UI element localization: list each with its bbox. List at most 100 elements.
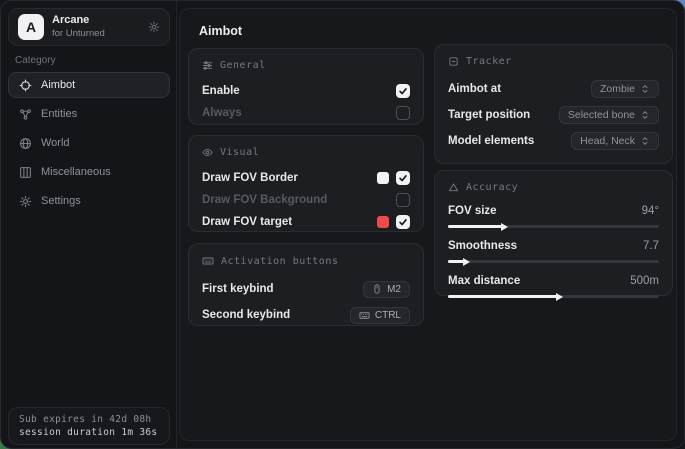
app-subtitle: for Unturned <box>52 28 140 40</box>
setting-row-fov-target: Draw FOV target <box>202 211 410 233</box>
setting-label: Enable <box>202 85 240 97</box>
setting-label: Model elements <box>448 135 534 147</box>
card-title: General <box>220 60 266 71</box>
app-name: Arcane <box>52 14 140 28</box>
card-title: Accuracy <box>466 182 518 193</box>
dropdown-value: Zombie <box>600 83 635 95</box>
setting-label: First keybind <box>202 283 274 295</box>
setting-label: Max distance <box>448 275 520 287</box>
setting-row-enable: Enable <box>202 80 410 102</box>
box-minus-icon <box>448 56 459 67</box>
setting-label: Draw FOV Background <box>202 194 327 206</box>
first-keybind-button[interactable]: M2 <box>363 281 410 298</box>
sidebar-item-world[interactable]: World <box>8 130 170 156</box>
crosshair-icon <box>19 79 32 92</box>
always-checkbox[interactable] <box>396 106 410 120</box>
sub-expiry-text: Sub expires in 42d 08h <box>19 414 159 425</box>
eye-icon <box>202 147 213 158</box>
enable-checkbox[interactable] <box>396 84 410 98</box>
smoothness-slider[interactable] <box>448 260 659 263</box>
gear-icon[interactable] <box>148 21 160 33</box>
second-keybind-button[interactable]: CTRL <box>350 307 410 324</box>
dropdown-value: Selected bone <box>568 109 635 121</box>
slider-thumb[interactable] <box>463 258 470 266</box>
sidebar-item-miscellaneous[interactable]: Miscellaneous <box>8 159 170 185</box>
sidebar-item-label: Settings <box>41 195 81 207</box>
slider-value: 94° <box>642 205 659 217</box>
slider-value: 7.7 <box>643 240 659 252</box>
setting-row-fov-border: Draw FOV Border <box>202 167 410 189</box>
slider-value: 500m <box>630 275 659 287</box>
card-title: Tracker <box>466 56 512 67</box>
sidebar-item-settings[interactable]: Settings <box>8 188 170 214</box>
triangle-icon <box>448 182 459 193</box>
fov-target-checkbox[interactable] <box>396 215 410 229</box>
setting-row-target-position: Target position Selected bone <box>448 102 659 128</box>
target-position-dropdown[interactable]: Selected bone <box>559 106 659 124</box>
setting-label: Draw FOV target <box>202 216 292 228</box>
smoothness-slider-group: Smoothness 7.7 <box>448 237 659 263</box>
setting-label: FOV size <box>448 205 497 217</box>
app-meta: Arcane for Unturned <box>52 14 140 40</box>
globe-icon <box>19 137 32 150</box>
accuracy-card: Accuracy FOV size 94° Smoothness 7.7 <box>434 170 673 296</box>
fov-background-checkbox[interactable] <box>396 193 410 207</box>
accuracy-card-header: Accuracy <box>448 182 659 193</box>
card-title: Activation buttons <box>221 256 338 267</box>
setting-label: Target position <box>448 109 530 121</box>
tracker-card-header: Tracker <box>448 56 659 67</box>
sidebar-item-label: Aimbot <box>41 79 75 91</box>
fov-border-color-swatch[interactable] <box>377 172 389 184</box>
fov-target-color-swatch[interactable] <box>377 216 389 228</box>
slider-fill <box>448 295 558 298</box>
sidebar-item-label: Miscellaneous <box>41 166 111 178</box>
setting-label: Second keybind <box>202 309 290 321</box>
columns-icon <box>19 166 32 179</box>
setting-row-model-elements: Model elements Head, Neck <box>448 128 659 154</box>
app-window: A Arcane for Unturned Category Aimbot <box>0 0 685 449</box>
general-card: General Enable Always <box>188 48 424 125</box>
sidebar-item-label: Entities <box>41 108 77 120</box>
keybind-value: M2 <box>387 284 401 295</box>
visual-card-header: Visual <box>202 147 410 158</box>
setting-label: Draw FOV Border <box>202 172 298 184</box>
keyboard-icon <box>202 255 214 267</box>
dropdown-value: Head, Neck <box>580 135 635 147</box>
sidebar: A Arcane for Unturned Category Aimbot <box>1 1 177 448</box>
sidebar-item-label: World <box>41 137 70 149</box>
setting-row-aimbot-at: Aimbot at Zombie <box>448 76 659 102</box>
max-distance-slider-group: Max distance 500m <box>448 272 659 298</box>
subscription-status-card: Sub expires in 42d 08h session duration … <box>8 407 170 445</box>
slider-thumb[interactable] <box>501 223 508 231</box>
chevrons-up-down-icon <box>640 110 650 120</box>
setting-label: Always <box>202 107 242 119</box>
fov-size-slider[interactable] <box>448 225 659 228</box>
setting-row-always: Always <box>202 102 410 124</box>
slider-thumb[interactable] <box>556 293 563 301</box>
slider-fill <box>448 225 503 228</box>
nodes-icon <box>19 108 32 121</box>
app-logo: A <box>18 14 44 40</box>
activation-buttons-card: Activation buttons First keybind M2 Seco… <box>188 243 424 326</box>
logo-letter: A <box>26 19 36 35</box>
sidebar-item-aimbot[interactable]: Aimbot <box>8 72 170 98</box>
gear-icon <box>19 195 32 208</box>
max-distance-slider[interactable] <box>448 295 659 298</box>
sidebar-nav: Aimbot Entities World Miscellaneous <box>8 72 170 214</box>
page-title: Aimbot <box>199 24 242 38</box>
fov-border-checkbox[interactable] <box>396 171 410 185</box>
main-panel: Aimbot General Enable Always <box>179 8 677 441</box>
activation-card-header: Activation buttons <box>202 255 410 267</box>
aimbot-at-dropdown[interactable]: Zombie <box>591 80 659 98</box>
card-title: Visual <box>220 147 259 158</box>
general-card-header: General <box>202 60 410 71</box>
chevrons-up-down-icon <box>640 136 650 146</box>
setting-row-fov-background: Draw FOV Background <box>202 189 410 211</box>
setting-row-second-keybind: Second keybind CTRL <box>202 302 410 328</box>
keybind-value: CTRL <box>375 310 401 321</box>
keyboard-icon <box>359 310 370 321</box>
sidebar-item-entities[interactable]: Entities <box>8 101 170 127</box>
setting-row-first-keybind: First keybind M2 <box>202 276 410 302</box>
session-duration-text: session duration 1m 36s <box>19 427 159 438</box>
model-elements-dropdown[interactable]: Head, Neck <box>571 132 659 150</box>
